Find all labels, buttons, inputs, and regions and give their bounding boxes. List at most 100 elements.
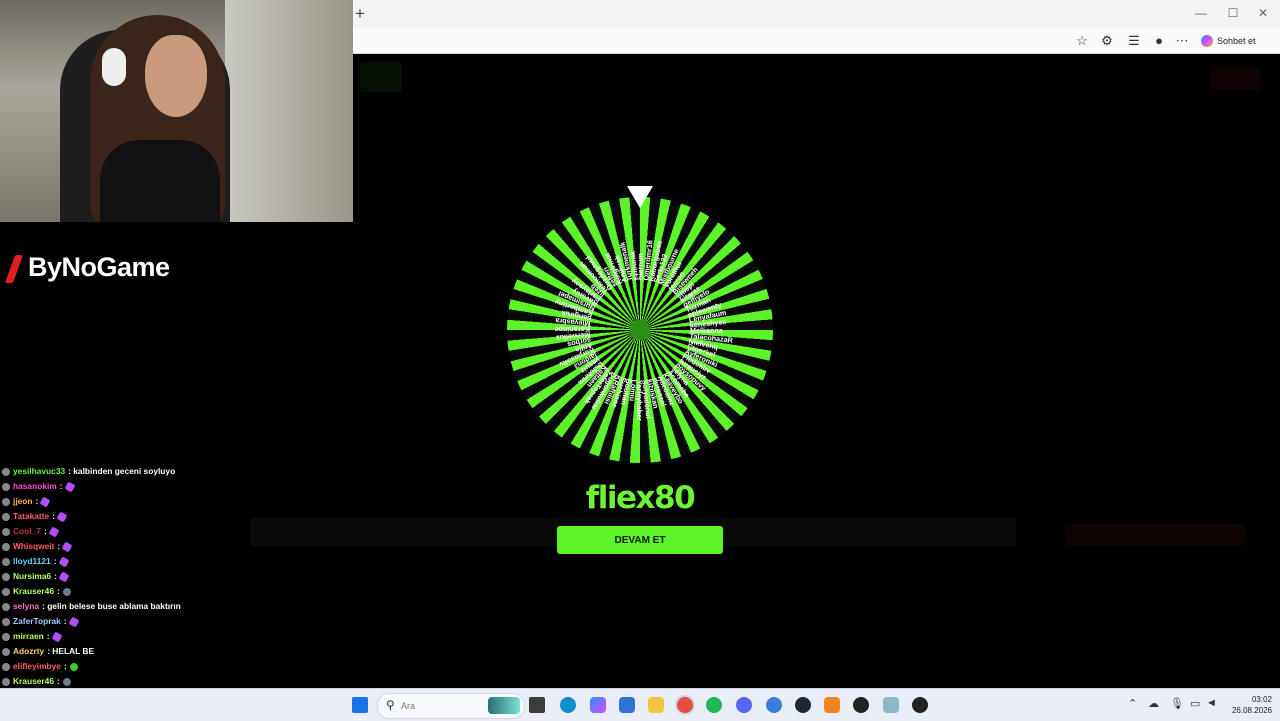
cloud-app-icon[interactable] <box>824 697 840 713</box>
chat-badge-icon <box>2 587 10 596</box>
extensions-icon[interactable]: ⚙ <box>1098 32 1116 50</box>
steam-icon[interactable] <box>795 697 811 713</box>
chat-message: Nursima6: <box>2 569 342 584</box>
profile-icon[interactable]: ● <box>1150 32 1168 50</box>
chat-badge-icon <box>2 617 10 626</box>
bynogame-logo: ByNoGame <box>2 252 170 283</box>
chat-text: : <box>52 511 55 521</box>
wheel-pointer-icon <box>627 186 653 208</box>
chat-message: Krauser46: <box>2 674 342 689</box>
file-explorer-icon[interactable] <box>648 697 664 713</box>
chat-text: : <box>53 556 57 566</box>
feather-emote-icon <box>56 511 68 522</box>
chat-message: jjeon: <box>2 494 342 509</box>
chat-badge-icon <box>2 557 10 566</box>
favorite-star-icon[interactable]: ☆ <box>1073 32 1091 50</box>
chat-username[interactable]: mirraen <box>13 629 44 644</box>
chat-text: : <box>54 571 57 581</box>
chat-badge-icon <box>2 632 10 641</box>
chat-username[interactable]: Krauser46 <box>13 674 54 689</box>
stream-chat: yesilhavuc33: kalbinden geceni soyluyo ha… <box>2 464 342 719</box>
chrome-icon[interactable] <box>677 697 693 713</box>
windows-taskbar: ⚲ ⌃ ☁ 🎙 ▭ ◄ 03:02 26.08.2026 <box>0 688 1280 721</box>
chat-text: : <box>63 616 67 626</box>
chat-message: Adozrty: HELAL BE <box>2 644 342 659</box>
chat-badge-icon <box>2 602 10 611</box>
clock-time: 03:02 <box>1251 695 1272 704</box>
chat-text: : <box>56 676 60 686</box>
chat-message: mirraen: <box>2 629 342 644</box>
chat-text: : HELAL BE <box>47 646 95 656</box>
spotify-icon[interactable] <box>706 697 722 713</box>
chat-username[interactable]: lloyd1121 <box>13 554 51 569</box>
favorites-icon[interactable]: ☰ <box>1125 32 1143 50</box>
task-view-icon[interactable] <box>529 697 545 713</box>
bynogame-mark-icon <box>2 253 26 283</box>
todo-icon[interactable] <box>766 697 782 713</box>
chat-username[interactable]: Krauser46 <box>13 584 54 599</box>
media-player-icon[interactable] <box>912 697 928 713</box>
webcam-body <box>100 140 220 222</box>
chat-username[interactable]: selyna <box>13 599 39 614</box>
new-tab-button[interactable]: + <box>353 2 367 26</box>
edge-icon[interactable] <box>560 697 576 713</box>
continue-button[interactable]: DEVAM ET <box>557 526 723 554</box>
chat-message: ZaferToprak: <box>2 614 342 629</box>
chat-message: Whisqweit: <box>2 539 342 554</box>
webcam-headphones <box>102 48 126 86</box>
network-icon[interactable]: ▭ <box>1190 697 1200 710</box>
chat-username[interactable]: Tatakatte <box>13 509 49 524</box>
chat-username[interactable]: Whisqweit <box>13 539 54 554</box>
chat-username[interactable]: hasanokim <box>13 479 57 494</box>
search-icon: ⚲ <box>386 698 395 712</box>
taskbar-clock[interactable]: 03:02 26.08.2026 <box>1226 694 1272 716</box>
chat-text: : kalbinden geceni soyluyo <box>68 466 176 476</box>
feather-emote-icon <box>58 556 69 567</box>
onedrive-icon[interactable]: ☁ <box>1148 697 1159 710</box>
chat-username[interactable]: Nursima6 <box>13 569 51 584</box>
chat-username[interactable]: Cool_7 <box>13 524 41 539</box>
site-logo-ghost <box>360 62 402 92</box>
chat-username[interactable]: jjeon <box>13 494 33 509</box>
chat-badge-icon <box>2 677 10 686</box>
webcam-face <box>145 35 207 117</box>
chat-text: : <box>56 586 60 596</box>
copilot-icon <box>1201 35 1213 47</box>
close-window-button[interactable]: ✕ <box>1248 4 1278 22</box>
obs-icon[interactable] <box>853 697 869 713</box>
streamer-webcam <box>0 0 353 222</box>
feather-emote-icon <box>61 541 73 552</box>
clock-date: 26.08.2026 <box>1231 706 1272 715</box>
chat-username[interactable]: elifleyimbye <box>13 659 61 674</box>
taskbar-search[interactable]: ⚲ <box>377 693 525 719</box>
utility-app-icon[interactable] <box>883 697 899 713</box>
maximize-button[interactable]: ☐ <box>1218 4 1248 22</box>
tray-chevron-icon[interactable]: ⌃ <box>1128 697 1137 710</box>
taskbar-search-input[interactable] <box>401 698 471 714</box>
search-highlight-image <box>488 697 520 714</box>
chat-username[interactable]: ZaferToprak <box>13 614 61 629</box>
discord-icon[interactable] <box>736 697 752 713</box>
feather-emote-icon <box>51 631 62 642</box>
store-icon[interactable] <box>619 697 635 713</box>
more-menu-icon[interactable]: ⋯ <box>1173 32 1191 50</box>
copilot-button[interactable]: Sohbet et <box>1201 32 1256 50</box>
chat-text: : <box>63 661 67 671</box>
chat-badge-icon <box>2 482 10 491</box>
microphone-icon[interactable]: 🎙 <box>1170 697 1184 710</box>
chat-username[interactable]: yesilhavuc33 <box>13 464 65 479</box>
minimize-button[interactable]: — <box>1186 4 1216 22</box>
start-button-icon[interactable] <box>352 697 368 713</box>
chat-message: hasanokim: <box>2 479 342 494</box>
browser-tabstrip: + — ☐ ✕ <box>353 0 1280 28</box>
chat-badge-icon <box>2 542 10 551</box>
feather-emote-icon <box>68 616 80 627</box>
chat-badge-icon <box>2 467 10 476</box>
bynogame-logo-text: ByNoGame <box>28 252 170 282</box>
volume-icon[interactable]: ◄ <box>1206 697 1217 709</box>
chat-username[interactable]: Adozrty <box>13 644 44 659</box>
copilot-app-icon[interactable] <box>590 697 606 713</box>
face-emote-icon <box>61 676 73 687</box>
copilot-label: Sohbet et <box>1217 36 1256 46</box>
chat-badge-icon <box>2 527 10 536</box>
